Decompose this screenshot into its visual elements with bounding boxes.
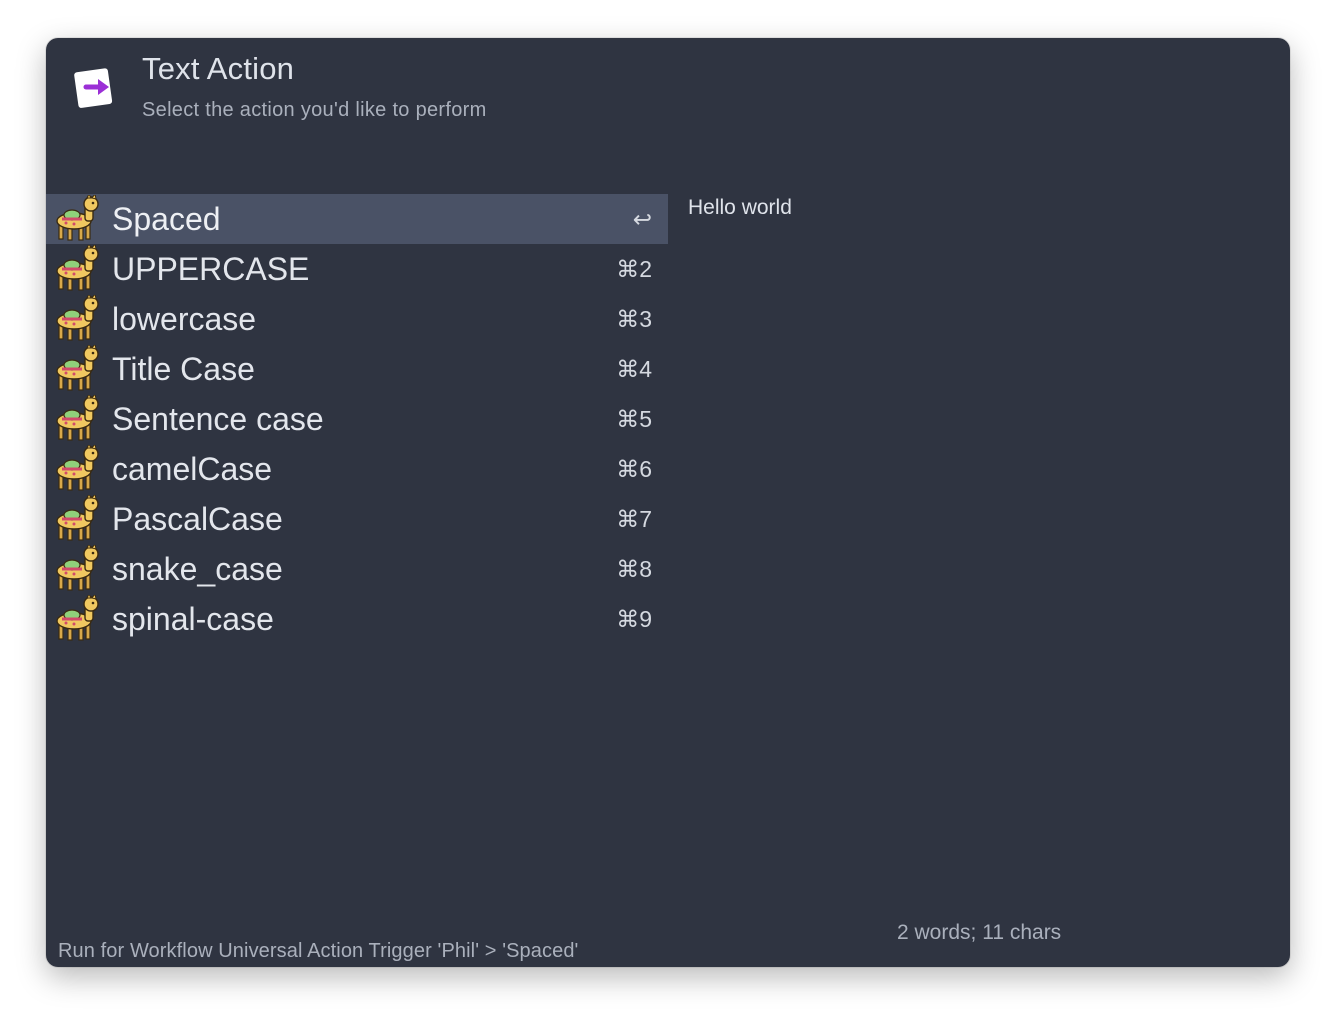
llama-icon — [56, 445, 99, 491]
llama-icon — [56, 345, 99, 391]
llama-icon — [56, 195, 99, 241]
llama-icon — [56, 595, 99, 641]
window-subtitle: Select the action you'd like to perform — [142, 99, 487, 121]
action-list: Spaced ↩ UPPERCASE ⌘2 lowercase ⌘3 Title… — [46, 194, 668, 644]
action-label: Spaced — [112, 201, 221, 237]
action-row-spinal-case[interactable]: spinal-case ⌘9 — [46, 594, 668, 644]
shortcut-label: ⌘5 — [616, 406, 652, 432]
llama-icon — [56, 545, 99, 591]
action-label: spinal-case — [112, 601, 274, 637]
llama-icon — [56, 295, 99, 341]
text-stats: 2 words; 11 chars — [897, 921, 1062, 944]
shortcut-label: ⌘6 — [616, 456, 652, 482]
window-title: Text Action — [142, 51, 295, 86]
action-row-camelcase[interactable]: camelCase ⌘6 — [46, 444, 668, 494]
shortcut-label: ⌘4 — [616, 356, 652, 382]
action-label: snake_case — [112, 551, 283, 587]
shortcut-label: ⌘2 — [616, 256, 652, 282]
action-row-lowercase[interactable]: lowercase ⌘3 — [46, 294, 668, 344]
shortcut-label: ⌘3 — [616, 306, 652, 332]
action-row-sentence-case[interactable]: Sentence case ⌘5 — [46, 394, 668, 444]
shortcut-label: ⌘9 — [616, 606, 652, 632]
text-action-window: Text Action Select the action you'd like… — [46, 38, 1290, 967]
action-row-pascalcase[interactable]: PascalCase ⌘7 — [46, 494, 668, 544]
text-action-arrow-icon — [74, 68, 113, 108]
action-row-uppercase[interactable]: UPPERCASE ⌘2 — [46, 244, 668, 294]
action-row-snake-case[interactable]: snake_case ⌘8 — [46, 544, 668, 594]
action-row-spaced[interactable]: Spaced ↩ — [46, 194, 668, 244]
shortcut-label: ⌘7 — [616, 506, 652, 532]
action-label: Sentence case — [112, 401, 324, 437]
llama-icon — [56, 395, 99, 441]
return-key-icon: ↩ — [632, 206, 652, 232]
action-label: UPPERCASE — [112, 251, 310, 287]
action-row-title-case[interactable]: Title Case ⌘4 — [46, 344, 668, 394]
llama-icon — [56, 245, 99, 291]
action-label: Title Case — [112, 351, 255, 387]
action-label: camelCase — [112, 451, 273, 487]
llama-icon — [56, 495, 99, 541]
action-label: PascalCase — [112, 501, 283, 537]
footer-status: Run for Workflow Universal Action Trigge… — [58, 940, 579, 962]
preview-text: Hello world — [688, 196, 792, 219]
shortcut-label: ⌘8 — [616, 556, 652, 582]
action-label: lowercase — [112, 301, 257, 337]
